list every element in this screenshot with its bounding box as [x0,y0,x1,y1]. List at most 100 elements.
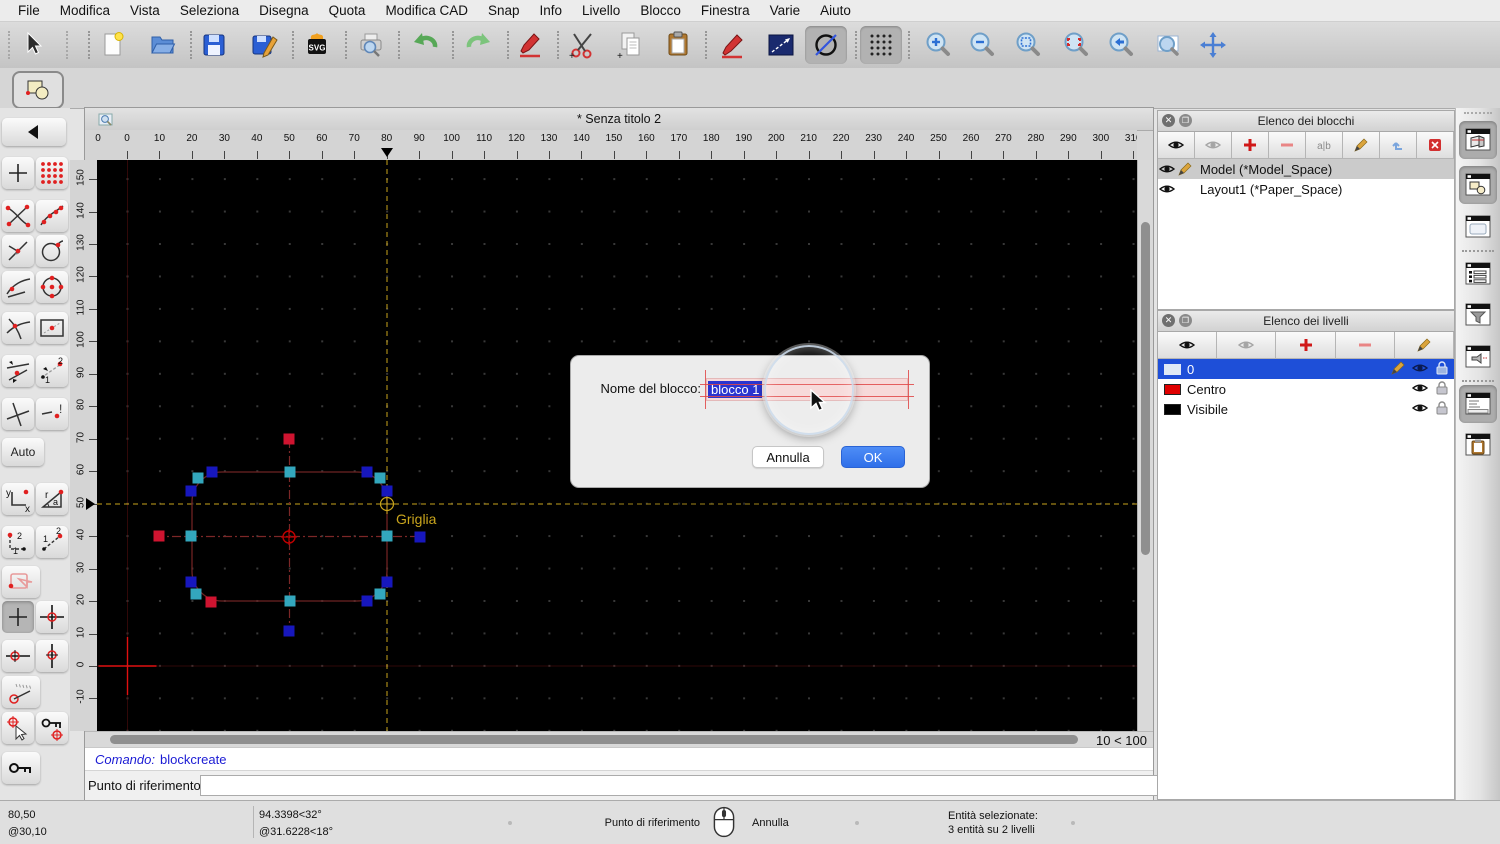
print-preview-icon[interactable] [355,29,387,61]
svg-export-icon[interactable]: SVG [301,29,333,61]
layer-row[interactable]: 0 [1158,359,1454,379]
layers-edit-button[interactable] [1395,332,1454,358]
layers-add-button[interactable] [1276,332,1335,358]
copy-icon[interactable]: + [615,29,647,61]
snap-free[interactable] [2,157,34,189]
auto-button[interactable]: Auto [2,438,44,466]
undo-icon[interactable] [411,29,443,61]
blocks-import-button[interactable] [1380,132,1417,158]
horizontal-scrollbar[interactable] [97,732,1097,748]
layers-eye-button[interactable] [1158,332,1217,358]
redo-icon[interactable] [461,29,493,61]
menu-modifica-cad[interactable]: Modifica CAD [375,0,478,22]
snap-endpoints[interactable] [2,200,34,232]
layer-row[interactable]: Visibile [1158,399,1454,419]
zoom-pan-icon[interactable] [1197,29,1229,61]
selection-tool-group-button[interactable] [12,71,64,109]
view-list-toggle[interactable] [1459,338,1497,376]
zoom-window-icon[interactable] [1152,29,1184,61]
save-as-icon[interactable] [248,29,280,61]
coord-cartesian[interactable]: yx [2,483,34,515]
menu-livello[interactable]: Livello [572,0,630,22]
zoom-in-icon[interactable] [922,29,954,61]
save-icon[interactable] [198,29,230,61]
layer-row[interactable]: Centro [1158,379,1454,399]
block-row[interactable]: Model (*Model_Space) [1158,159,1454,179]
rel-cartesian[interactable]: 12 [2,526,34,558]
restrict-off[interactable] [2,601,34,633]
close-icon[interactable]: ✕ [1162,314,1175,327]
paste-icon[interactable] [662,29,694,61]
layers-remove-button[interactable] [1336,332,1395,358]
command-line-panel-toggle[interactable] [1459,385,1497,423]
library-browser-toggle[interactable] [1459,208,1497,246]
blocks-edit-button[interactable] [1343,132,1380,158]
open-file-icon[interactable] [147,29,179,61]
menu-modifica[interactable]: Modifica [50,0,120,22]
selection-filter-toggle[interactable] [1459,296,1497,334]
property-editor-toggle[interactable] [1459,255,1497,293]
layer-color-swatch[interactable] [1164,404,1181,415]
layer-color-swatch[interactable] [1164,364,1181,375]
command-input[interactable] [200,775,1205,796]
angle-gauge[interactable] [2,676,40,708]
menu-blocco[interactable]: Blocco [630,0,691,22]
restrict-vertical[interactable] [36,640,68,672]
cut-icon[interactable]: + [567,29,599,61]
rel-zero-lock[interactable] [36,712,68,744]
pencil-icon[interactable] [1390,360,1406,379]
snap-circle[interactable] [36,235,68,267]
close-icon[interactable]: ✕ [1162,114,1175,127]
menu-info[interactable]: Info [530,0,573,22]
menu-file[interactable]: File [8,0,50,22]
snap-grid[interactable] [36,157,68,189]
menu-disegna[interactable]: Disegna [249,0,319,22]
zoom-auto-icon[interactable] [1012,29,1044,61]
blocks-eye-button[interactable] [1158,132,1195,158]
zoom-selection-icon[interactable] [1060,29,1092,61]
menu-finestra[interactable]: Finestra [691,0,760,22]
vertical-scroll-thumb[interactable] [1141,222,1150,555]
detach-icon[interactable]: ❐ [1179,314,1192,327]
rel-polar[interactable]: 12 [36,526,68,558]
line-tool-icon[interactable] [765,29,797,61]
layer-list-panel-toggle[interactable] [1459,166,1497,204]
pointer-tool-icon[interactable] [17,29,49,61]
layers-eye-off-button[interactable] [1217,332,1276,358]
eye-icon[interactable] [1158,161,1176,177]
lock-icon[interactable] [1434,360,1450,379]
block-list-panel-toggle[interactable] [1459,121,1497,159]
eye-icon[interactable] [1412,400,1428,419]
blocks-eye-off-button[interactable] [1195,132,1232,158]
vertical-scrollbar[interactable] [1137,160,1153,731]
snap-center[interactable] [36,271,68,303]
menu-vista[interactable]: Vista [120,0,170,22]
coord-polar[interactable]: ra [36,483,68,515]
delete-entity-icon[interactable] [514,29,546,61]
ok-button[interactable]: OK [841,446,905,468]
lock-relative-zero[interactable] [2,752,40,784]
zoom-out-icon[interactable] [966,29,998,61]
zoom-previous-icon[interactable] [1105,29,1137,61]
snap-cross[interactable] [2,398,34,430]
blocks-add-button[interactable] [1232,132,1269,158]
snap-cursor[interactable] [2,712,34,744]
back-arrow[interactable] [2,118,66,146]
cancel-button[interactable]: Annulla [752,446,824,468]
restrict-horizontal[interactable] [2,640,34,672]
eye-icon[interactable] [1158,181,1176,197]
detach-icon[interactable]: ❐ [1179,114,1192,127]
layer-color-swatch[interactable] [1164,384,1181,395]
select-entity[interactable] [2,566,40,598]
snap-tangent[interactable] [2,271,34,303]
draw-pencil-icon[interactable] [717,29,749,61]
snap-distance[interactable]: 12 [36,355,68,387]
drawing-window-titlebar[interactable]: * Senza titolo 2 [85,108,1153,131]
menu-varie[interactable]: Varie [760,0,811,22]
clipboard-panel-toggle[interactable] [1459,426,1497,464]
restrict-orthogonal[interactable] [36,601,68,633]
blocks-delete-button[interactable] [1417,132,1454,158]
grid-toggle-icon[interactable] [865,29,897,61]
eye-icon[interactable] [1412,360,1428,379]
lock-icon[interactable] [1434,400,1450,419]
